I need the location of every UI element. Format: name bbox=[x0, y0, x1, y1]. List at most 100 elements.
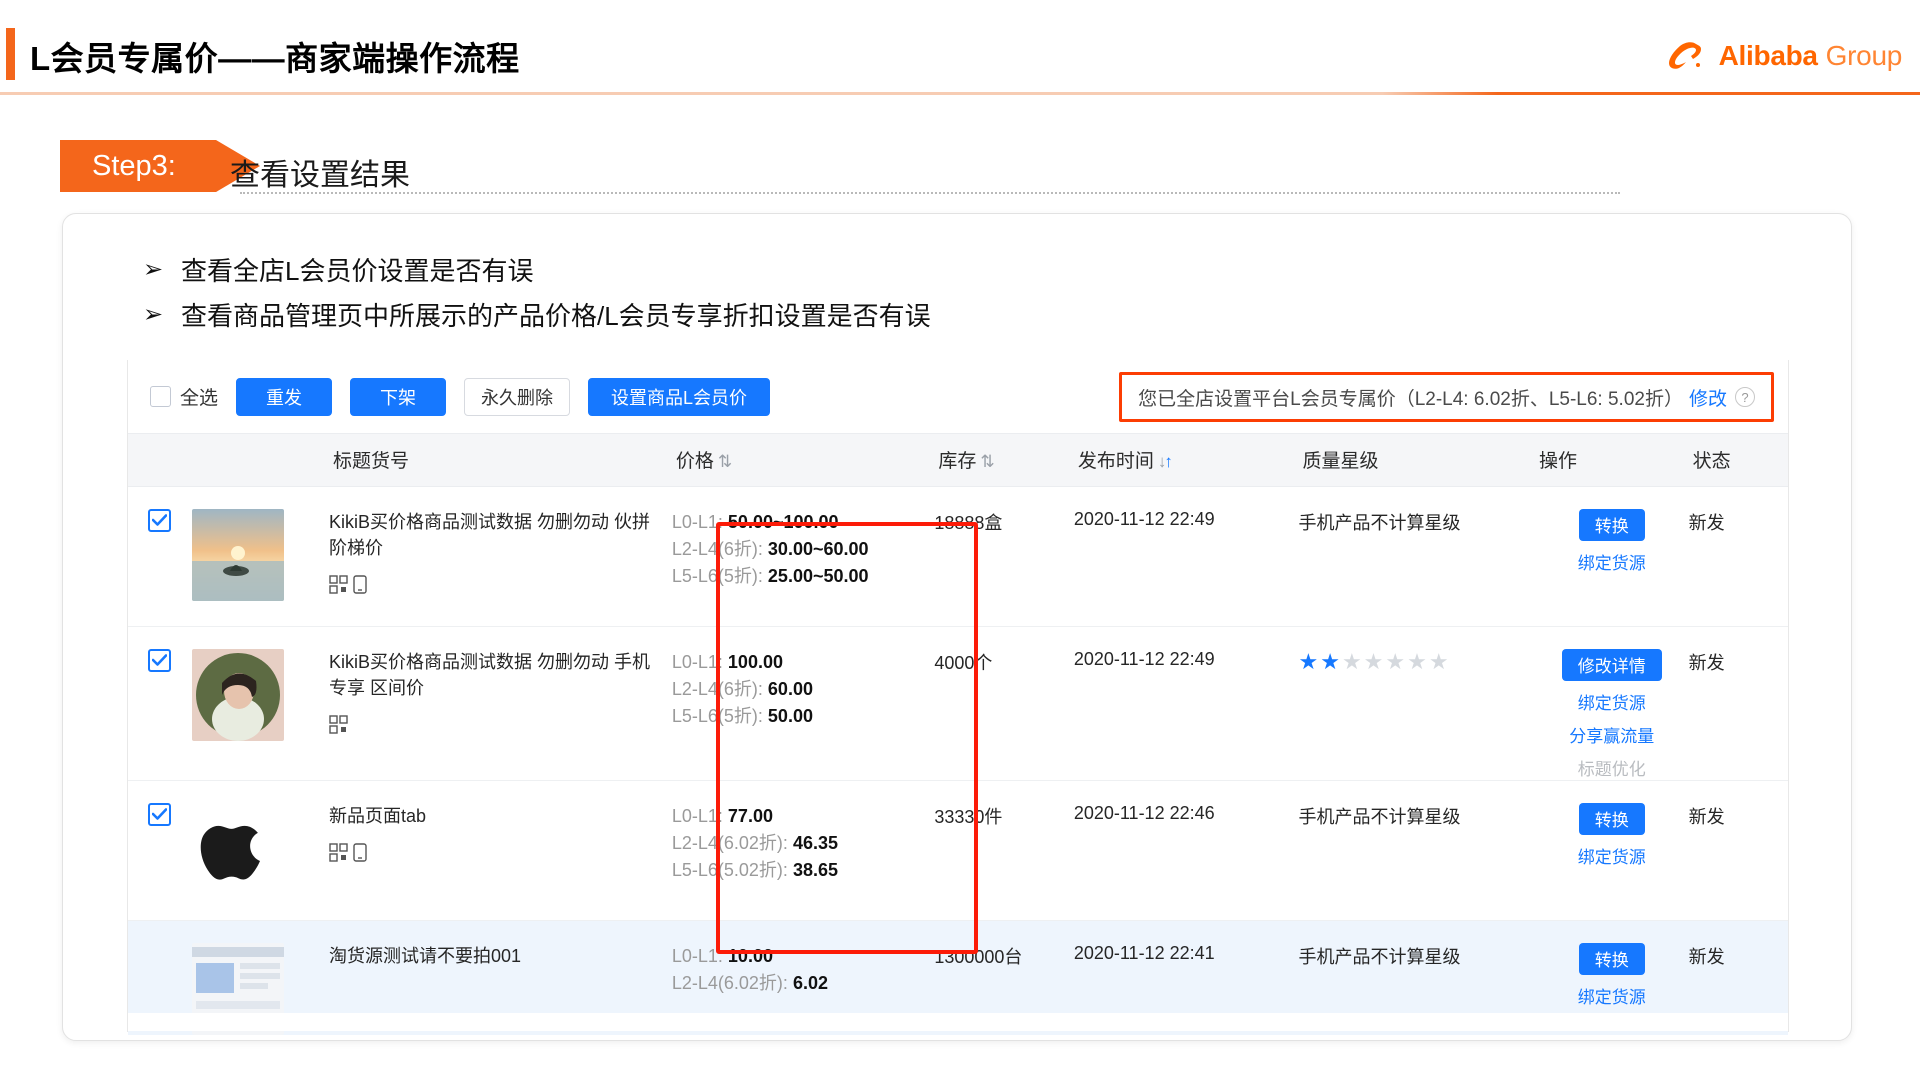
column-header-stock[interactable]: 库存⇅ bbox=[934, 434, 1074, 486]
price-value: 30.00~60.00 bbox=[768, 539, 869, 559]
convert-button[interactable]: 转换 bbox=[1579, 509, 1645, 541]
qr-grid-icon bbox=[329, 843, 348, 862]
product-title[interactable]: 新品页面tab bbox=[329, 803, 672, 829]
row-image-cell bbox=[192, 780, 329, 920]
bullet-text: 查看商品管理页中所展示的产品价格/L会员专享折扣设置是否有误 bbox=[181, 299, 931, 334]
price-label: L2-L4(6折): bbox=[672, 679, 763, 699]
bind-supply-link[interactable]: 绑定货源 bbox=[1578, 843, 1646, 868]
sort-arrows-icon[interactable]: ⇅ bbox=[718, 452, 730, 471]
row-image-cell bbox=[192, 486, 329, 626]
price-value: 6.02 bbox=[793, 973, 828, 993]
quality-star-text: 手机产品不计算星级 bbox=[1298, 509, 1534, 535]
price-value: 100.00 bbox=[728, 652, 783, 672]
row-checkbox-checked-icon[interactable] bbox=[148, 649, 171, 672]
row-time-cell: 2020-11-12 22:46 bbox=[1074, 780, 1299, 920]
row-status-cell: 新发 bbox=[1689, 486, 1788, 626]
row-time-cell: 2020-11-12 22:49 bbox=[1074, 486, 1299, 626]
share-traffic-link[interactable]: 分享赢流量 bbox=[1569, 722, 1654, 747]
product-title[interactable]: 淘货源测试请不要拍001 bbox=[329, 943, 672, 969]
price-value: 46.35 bbox=[793, 833, 838, 853]
price-value: 10.00 bbox=[728, 946, 773, 966]
column-header-price[interactable]: 价格⇅ bbox=[672, 434, 934, 486]
price-label: L0-L1: bbox=[672, 512, 723, 532]
bind-supply-link[interactable]: 绑定货源 bbox=[1578, 549, 1646, 574]
select-all-checkbox[interactable]: 全选 bbox=[150, 383, 218, 410]
publish-time-value: 2020-11-12 22:41 bbox=[1074, 943, 1299, 964]
sort-arrows-icon[interactable]: ⇅ bbox=[980, 452, 992, 471]
set-member-price-button[interactable]: 设置商品L会员价 bbox=[588, 378, 770, 416]
convert-button[interactable]: 转换 bbox=[1579, 943, 1645, 975]
product-management-panel: 全选 重发 下架 永久删除 设置商品L会员价 您已全店设置平台L会员专属价（L2… bbox=[127, 360, 1789, 1032]
question-mark-icon[interactable]: ? bbox=[1735, 387, 1755, 407]
star-filled-icon: ★★ bbox=[1298, 649, 1341, 674]
column-label-status: 状态 bbox=[1693, 451, 1731, 472]
status-badge: 新发 bbox=[1689, 509, 1788, 535]
row-checkbox-checked-icon[interactable] bbox=[148, 803, 171, 826]
bullet-list: ➢ 查看全店L会员价设置是否有误 ➢ 查看商品管理页中所展示的产品价格/L会员专… bbox=[143, 254, 931, 344]
row-checkbox-cell[interactable] bbox=[128, 486, 192, 626]
price-value: 25.00~50.00 bbox=[768, 566, 869, 586]
table-body: KikiB买价格商品测试数据 勿删勿动 伙拼 阶梯价 bbox=[128, 486, 1788, 1035]
row-checkbox-cell[interactable] bbox=[128, 626, 192, 780]
notice-edit-link[interactable]: 修改 bbox=[1689, 384, 1727, 411]
row-star-cell: 手机产品不计算星级 bbox=[1298, 486, 1534, 626]
slide-header: L会员专属价——商家端操作流程 Alibaba Group bbox=[0, 0, 1920, 96]
product-thumbnail-sunset[interactable] bbox=[192, 509, 284, 601]
price-line: L2-L4(6.02折): 46.35 bbox=[672, 830, 934, 857]
column-header-checkbox bbox=[128, 434, 192, 486]
permanent-delete-button[interactable]: 永久删除 bbox=[464, 378, 570, 416]
product-title[interactable]: KikiB买价格商品测试数据 勿删勿动 伙拼 阶梯价 bbox=[329, 509, 672, 561]
product-table: 标题货号 价格⇅ 库存⇅ 发布时间↓↑ 质量星级 操作 状态 bbox=[128, 434, 1788, 1035]
price-line: L0-L1: 77.00 bbox=[672, 803, 934, 830]
table-row[interactable]: KikiB买价格商品测试数据 勿删勿动 手机专享 区间价 bbox=[128, 626, 1788, 780]
notice-text: 您已全店设置平台L会员专属价（L2-L4: 6.02折、L5-L6: 5.02折… bbox=[1138, 384, 1683, 411]
row-time-cell: 2020-11-12 22:49 bbox=[1074, 626, 1299, 780]
status-badge: 新发 bbox=[1689, 649, 1788, 675]
column-label-operation: 操作 bbox=[1539, 451, 1577, 472]
bulk-action-toolbar: 全选 重发 下架 永久删除 设置商品L会员价 您已全店设置平台L会员专属价（L2… bbox=[128, 360, 1788, 434]
mobile-icon bbox=[353, 843, 367, 862]
row-price-cell: L0-L1: 100.00 L2-L4(6折): 60.00 L5-L6(5折)… bbox=[672, 626, 934, 780]
checkbox-box-icon[interactable] bbox=[150, 386, 171, 407]
row-image-cell bbox=[192, 626, 329, 780]
edit-detail-button[interactable]: 修改详情 bbox=[1562, 649, 1662, 681]
product-title[interactable]: KikiB买价格商品测试数据 勿删勿动 手机专享 区间价 bbox=[329, 649, 672, 701]
delist-button[interactable]: 下架 bbox=[350, 378, 446, 416]
product-badge-icons bbox=[329, 843, 672, 862]
logo-text-alibaba: Alibaba bbox=[1719, 40, 1818, 72]
row-checkbox-checked-icon[interactable] bbox=[148, 509, 171, 532]
bind-supply-link[interactable]: 绑定货源 bbox=[1578, 689, 1646, 714]
product-thumbnail-apple-logo[interactable] bbox=[192, 803, 284, 895]
product-thumbnail-portrait[interactable] bbox=[192, 649, 284, 741]
column-header-title: 标题货号 bbox=[329, 434, 672, 486]
price-value: 60.00 bbox=[768, 679, 813, 699]
column-header-publish-time[interactable]: 发布时间↓↑ bbox=[1074, 434, 1299, 486]
logo-text-group: Group bbox=[1826, 40, 1902, 72]
quality-star-text: 手机产品不计算星级 bbox=[1298, 943, 1534, 969]
row-checkbox-cell[interactable] bbox=[128, 780, 192, 920]
table-row[interactable]: KikiB买价格商品测试数据 勿删勿动 伙拼 阶梯价 bbox=[128, 486, 1788, 626]
content-card: ➢ 查看全店L会员价设置是否有误 ➢ 查看商品管理页中所展示的产品价格/L会员专… bbox=[62, 213, 1852, 1041]
bind-supply-link[interactable]: 绑定货源 bbox=[1578, 983, 1646, 1008]
alibaba-group-logo: Alibaba Group bbox=[1665, 40, 1902, 72]
price-line: L0-L1: 100.00 bbox=[672, 649, 934, 676]
sort-arrows-icon[interactable]: ↓↑ bbox=[1158, 452, 1171, 471]
arrow-bullet-icon: ➢ bbox=[143, 254, 181, 286]
repost-button[interactable]: 重发 bbox=[236, 378, 332, 416]
price-line: L0-L1: 10.00 bbox=[672, 943, 934, 970]
panel-bottom-fade bbox=[128, 1013, 1788, 1031]
convert-button[interactable]: 转换 bbox=[1579, 803, 1645, 835]
page-title: L会员专属价——商家端操作流程 bbox=[30, 32, 520, 80]
table-row[interactable]: 新品页面tab bbox=[128, 780, 1788, 920]
star-empty-icon: ★★★★★ bbox=[1342, 649, 1451, 674]
stock-value: 33330件 bbox=[934, 803, 1074, 829]
title-optimize-link[interactable]: 标题优化 bbox=[1578, 755, 1646, 780]
column-header-quality-star: 质量星级 bbox=[1298, 434, 1534, 486]
price-label: L0-L1: bbox=[672, 806, 723, 826]
row-title-cell: KikiB买价格商品测试数据 勿删勿动 伙拼 阶梯价 bbox=[329, 486, 672, 626]
price-line: L2-L4(6折): 60.00 bbox=[672, 676, 934, 703]
row-status-cell: 新发 bbox=[1689, 626, 1788, 780]
arrow-bullet-icon: ➢ bbox=[143, 299, 181, 331]
row-price-cell: L0-L1: 50.00~100.00 L2-L4(6折): 30.00~60.… bbox=[672, 486, 934, 626]
row-stock-cell: 4000个 bbox=[934, 626, 1074, 780]
